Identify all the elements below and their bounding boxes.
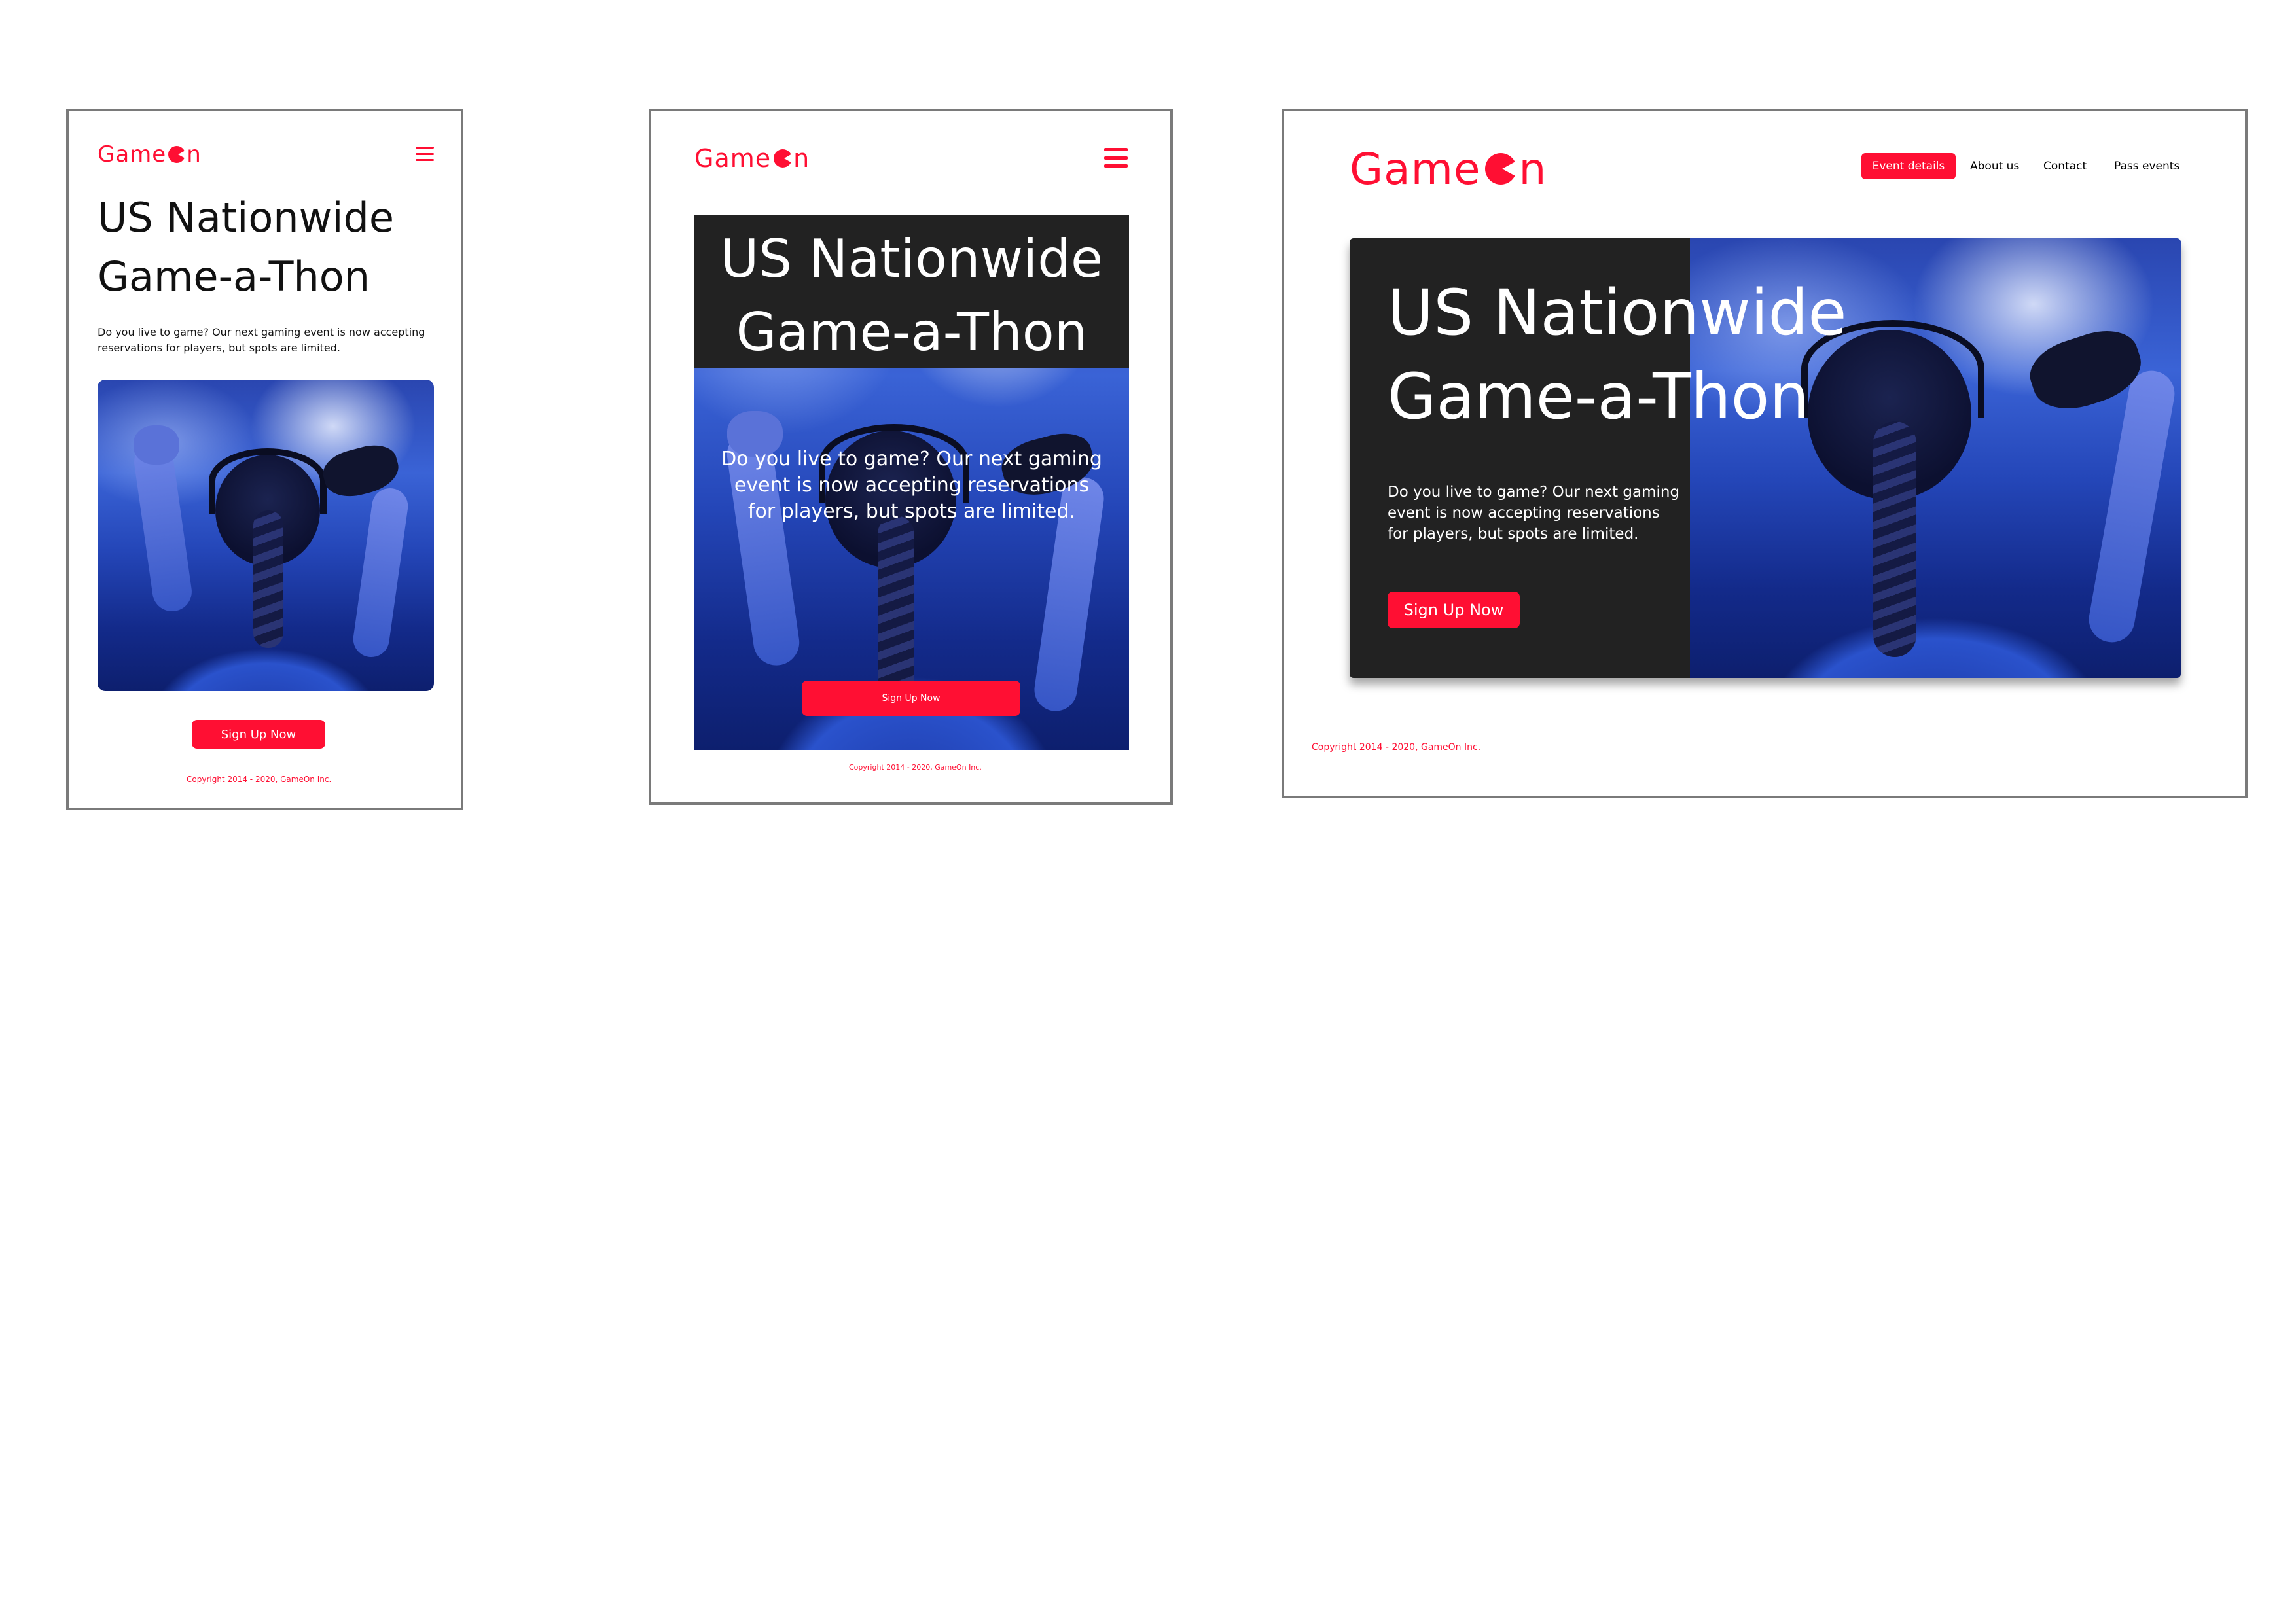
gameon-logo[interactable]: Game n [98, 140, 202, 169]
sign-up-button[interactable]: Sign Up Now [802, 681, 1020, 716]
page-title: US Nationwide Game-a-Thon [98, 188, 394, 306]
hero-image [98, 380, 434, 691]
nav-about-us[interactable]: About us [1970, 160, 2019, 173]
nav-contact[interactable]: Contact [2043, 160, 2087, 173]
page-title: US Nationwide Game-a-Thon [694, 223, 1129, 369]
sign-up-button[interactable]: Sign Up Now [1388, 592, 1520, 628]
page-title: US Nationwide Game-a-Thon [1388, 271, 1846, 438]
logo-text-n: n [1518, 143, 1547, 194]
logo-pacman-icon [168, 146, 186, 163]
title-line-2: Game-a-Thon [98, 253, 370, 300]
event-description: Do you live to game? Our next gaming eve… [721, 448, 1102, 523]
sign-up-button[interactable]: Sign Up Now [192, 720, 325, 749]
logo-text-game: Game [1350, 143, 1481, 194]
logo-pacman-icon [774, 149, 793, 168]
title-line-2: Game-a-Thon [1388, 360, 1810, 433]
copyright-text: Copyright 2014 - 2020, GameOn Inc. [187, 775, 332, 784]
logo-text-n: n [187, 141, 202, 168]
logo-pacman-icon [1484, 153, 1516, 185]
event-description: Do you live to game? Our next gaming eve… [98, 326, 425, 354]
title-line-1: US Nationwide [98, 194, 395, 241]
title-line-1: US Nationwide [720, 228, 1103, 289]
mobile-mockup: Game n .frame .logo .pac::after { border… [66, 109, 463, 810]
logo-text-game: Game [98, 141, 167, 168]
tablet-mockup: Game n US Nationwide Game-a-Thon Do you … [649, 109, 1173, 805]
gameon-logo[interactable]: Game n [694, 143, 810, 174]
nav-pass-events[interactable]: Pass events [2114, 160, 2179, 173]
logo-text-n: n [793, 144, 810, 173]
event-description: Do you live to game? Our next gaming eve… [1388, 484, 1680, 543]
title-line-1: US Nationwide [1388, 276, 1847, 349]
nav-event-details[interactable]: Event details [1861, 153, 1956, 179]
logo-text-game: Game [694, 144, 772, 173]
gameon-logo[interactable]: Game n [1350, 143, 1547, 195]
desktop-mockup: Game n Event details About us Contact Pa… [1282, 109, 2248, 798]
title-line-2: Game-a-Thon [736, 302, 1088, 363]
hamburger-icon[interactable] [1104, 148, 1128, 168]
copyright-text: Copyright 2014 - 2020, GameOn Inc. [1312, 742, 1481, 753]
copyright-text: Copyright 2014 - 2020, GameOn Inc. [849, 763, 982, 772]
hamburger-icon[interactable] [416, 147, 434, 161]
